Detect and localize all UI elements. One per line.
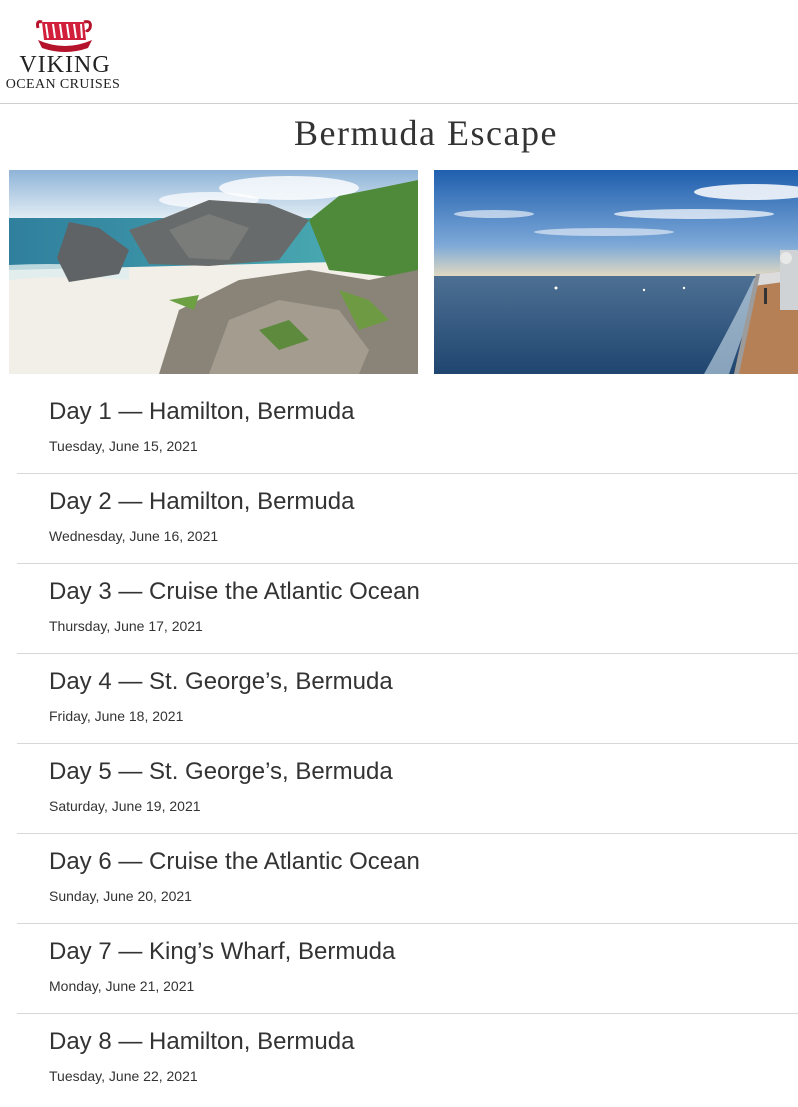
itinerary-day[interactable]: Day 8 — Hamilton, Bermuda Tuesday, June … <box>17 1014 798 1104</box>
itinerary-day[interactable]: Day 3 — Cruise the Atlantic Ocean Thursd… <box>17 564 798 654</box>
logo-wordmark: VIKING <box>19 52 111 78</box>
day-date: Thursday, June 17, 2021 <box>49 618 203 634</box>
day-title: Day 3 — Cruise the Atlantic Ocean <box>49 578 420 605</box>
day-date: Monday, June 21, 2021 <box>49 978 195 994</box>
day-date: Tuesday, June 22, 2021 <box>49 1068 198 1084</box>
itinerary-day[interactable]: Day 7 — King’s Wharf, Bermuda Monday, Ju… <box>17 924 798 1014</box>
itinerary-day[interactable]: Day 2 — Hamilton, Bermuda Wednesday, Jun… <box>17 474 798 564</box>
day-title: Day 2 — Hamilton, Bermuda <box>49 488 355 515</box>
beach-photo <box>9 170 418 374</box>
day-title: Day 1 — Hamilton, Bermuda <box>49 398 355 425</box>
day-date: Tuesday, June 15, 2021 <box>49 438 198 454</box>
header: VIKING OCEAN CRUISES <box>0 0 798 104</box>
page: VIKING OCEAN CRUISES Bermuda Escape Day … <box>0 0 798 1107</box>
day-title: Day 7 — King’s Wharf, Bermuda <box>49 938 396 965</box>
day-date: Wednesday, June 16, 2021 <box>49 528 219 544</box>
day-title: Day 5 — St. George’s, Bermuda <box>49 758 393 785</box>
itinerary-list: Day 1 — Hamilton, Bermuda Tuesday, June … <box>17 384 798 1104</box>
day-title: Day 6 — Cruise the Atlantic Ocean <box>49 848 420 875</box>
day-title: Day 8 — Hamilton, Bermuda <box>49 1028 355 1055</box>
longship-icon <box>36 20 92 52</box>
itinerary-day[interactable]: Day 1 — Hamilton, Bermuda Tuesday, June … <box>17 384 798 474</box>
itinerary-day[interactable]: Day 4 — St. George’s, Bermuda Friday, Ju… <box>17 654 798 744</box>
logo-subtitle: OCEAN CRUISES <box>5 77 121 92</box>
ocean-deck-photo <box>434 170 798 374</box>
page-title: Bermuda Escape <box>294 113 558 153</box>
day-date: Sunday, June 20, 2021 <box>49 888 192 904</box>
viking-logo[interactable]: VIKING OCEAN CRUISES <box>0 14 130 96</box>
day-date: Saturday, June 19, 2021 <box>49 798 201 814</box>
itinerary-day[interactable]: Day 6 — Cruise the Atlantic Ocean Sunday… <box>17 834 798 924</box>
day-title: Day 4 — St. George’s, Bermuda <box>49 668 393 695</box>
day-date: Friday, June 18, 2021 <box>49 708 184 724</box>
itinerary-day[interactable]: Day 5 — St. George’s, Bermuda Saturday, … <box>17 744 798 834</box>
